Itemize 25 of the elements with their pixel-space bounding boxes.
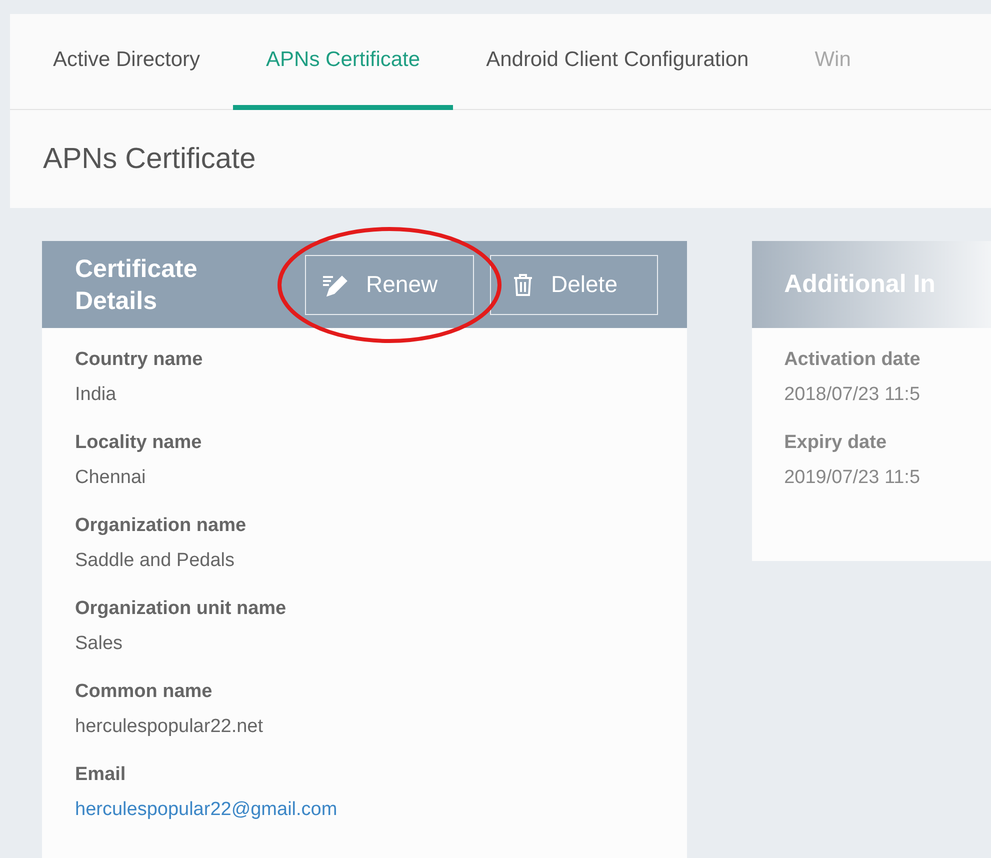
tab[interactable]: APNs Certificate — [233, 14, 454, 110]
tab[interactable]: Active Directory — [20, 14, 234, 110]
tab[interactable]: Win — [782, 14, 884, 110]
field-label: Locality name — [75, 431, 202, 455]
page-title: APNs Certificate — [42, 142, 257, 177]
tab[interactable]: Android Client Configuration — [453, 14, 782, 110]
field-label: Country name — [75, 348, 203, 372]
trash-icon — [513, 272, 533, 296]
field-label: Common name — [75, 680, 212, 704]
field-label: Activation date — [784, 348, 920, 372]
email-link[interactable]: herculespopular22@gmail.com — [75, 796, 338, 824]
field-value: Sales — [75, 632, 123, 656]
field-label: Expiry date — [784, 431, 887, 455]
field-label: Email — [75, 763, 126, 787]
field-value: Saddle and Pedals — [75, 548, 235, 572]
field-value: India — [75, 382, 116, 406]
renew-button[interactable]: Renew — [305, 254, 474, 314]
field-value: 2019/07/23 11:5 — [784, 466, 920, 490]
field-value: herculespopular22.net — [75, 714, 264, 738]
delete-button[interactable]: Delete — [490, 254, 658, 314]
card-title: Certificate Details — [75, 254, 198, 316]
field-label: Organization name — [75, 514, 246, 538]
field-value: Chennai — [75, 466, 146, 490]
field-value: 2018/07/23 11:5 — [784, 382, 920, 406]
field-label: Organization unit name — [75, 597, 286, 621]
